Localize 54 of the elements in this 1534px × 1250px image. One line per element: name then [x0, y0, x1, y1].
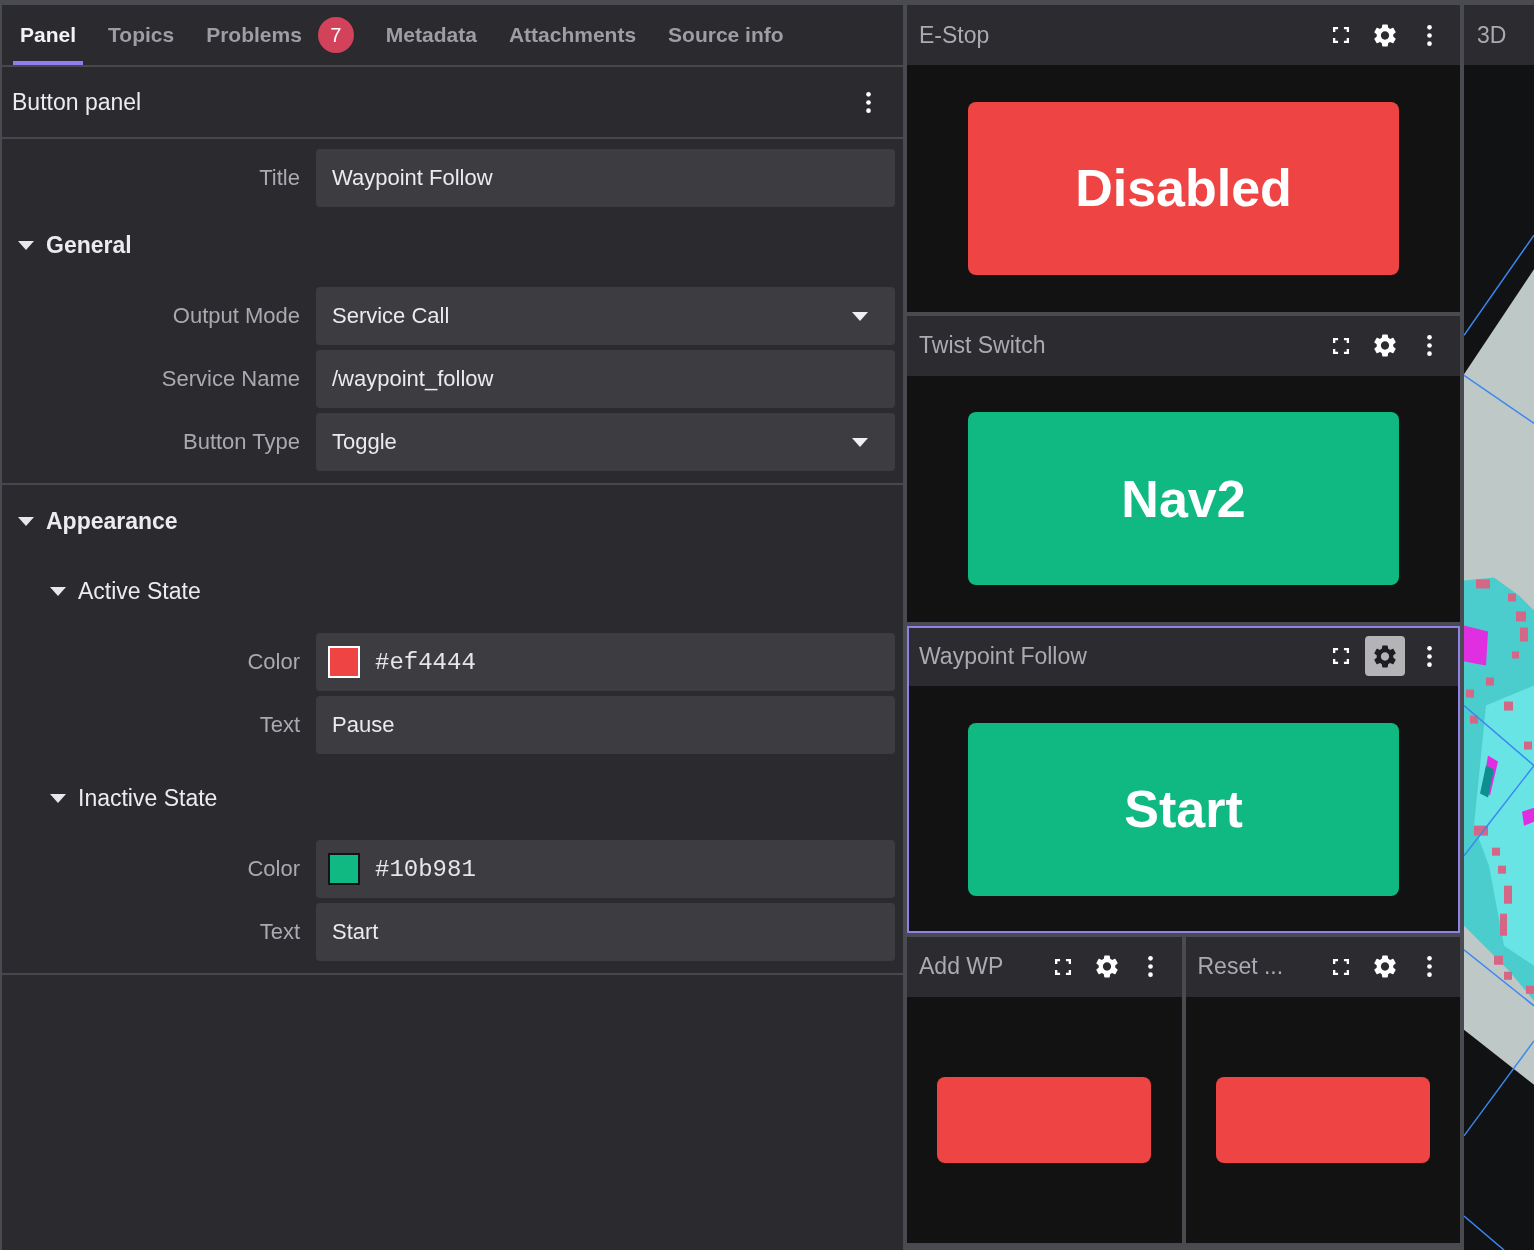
- settings-icon: [1374, 955, 1396, 978]
- settings-icon: [1095, 955, 1118, 978]
- settings-icon: [1374, 23, 1396, 47]
- panel-title: Reset ...: [1197, 953, 1284, 980]
- field-label: Output Mode: [171, 303, 300, 329]
- section-toggle[interactable]: Inactive State: [2, 768, 218, 828]
- dropdown-field[interactable]: Toggle: [316, 413, 895, 471]
- text-field[interactable]: Waypoint Follow: [316, 149, 895, 207]
- tab[interactable]: Problems 7: [199, 5, 361, 65]
- tab[interactable]: Panel: [13, 5, 84, 65]
- more-icon: [1426, 335, 1432, 356]
- tab[interactable]: Metadata: [378, 5, 484, 65]
- field-label: Color: [246, 649, 300, 675]
- panel-title: 3D: [1477, 21, 1507, 49]
- dropdown-field[interactable]: Service Call: [316, 287, 895, 345]
- settings-icon: [1374, 644, 1396, 668]
- more-icon: [1148, 956, 1153, 977]
- tab[interactable]: Attachments: [501, 5, 644, 65]
- tab[interactable]: Topics: [101, 5, 182, 65]
- text-field[interactable]: Start: [316, 903, 895, 961]
- fullscreen-icon: [1332, 336, 1350, 355]
- text-field[interactable]: Pause: [316, 696, 895, 754]
- caret-icon: [852, 437, 868, 447]
- field-label: Service Name: [160, 366, 300, 392]
- action-button[interactable]: Disabled: [967, 102, 1400, 275]
- fullscreen-icon: [1332, 26, 1350, 44]
- more-icon: [1426, 956, 1432, 977]
- panel-title: E-Stop: [919, 21, 990, 49]
- more-icon: [1426, 24, 1432, 46]
- field-label: Text: [258, 712, 300, 738]
- settings-icon: [1374, 334, 1396, 357]
- sidebar-title: Button panel: [12, 88, 142, 116]
- tab[interactable]: Source info: [661, 5, 791, 65]
- field-label: Color: [246, 856, 300, 882]
- color-field[interactable]: #10b981: [316, 840, 895, 898]
- field-label: Button Type: [182, 429, 300, 455]
- fullscreen-icon: [1053, 957, 1072, 976]
- fullscreen-icon: [1332, 647, 1350, 665]
- color-field[interactable]: #ef4444: [316, 633, 895, 691]
- section-toggle[interactable]: General: [2, 215, 132, 275]
- settings-button[interactable]: [1365, 636, 1405, 676]
- fullscreen-icon: [1332, 957, 1350, 976]
- panel-title: Waypoint Follow: [919, 642, 1087, 670]
- section-toggle[interactable]: Appearance: [2, 491, 178, 551]
- more-icon: [865, 91, 871, 113]
- caret-icon: [852, 311, 868, 321]
- section-toggle[interactable]: Active State: [2, 561, 201, 621]
- panel-title: Add WP: [919, 953, 1004, 980]
- count-badge: 7: [317, 17, 354, 53]
- panel-title: Twist Switch: [919, 332, 1046, 359]
- field-label: Title: [258, 165, 300, 191]
- more-icon: [1426, 645, 1432, 667]
- text-field[interactable]: /waypoint_follow: [316, 350, 895, 408]
- field-label: Text: [258, 919, 300, 945]
